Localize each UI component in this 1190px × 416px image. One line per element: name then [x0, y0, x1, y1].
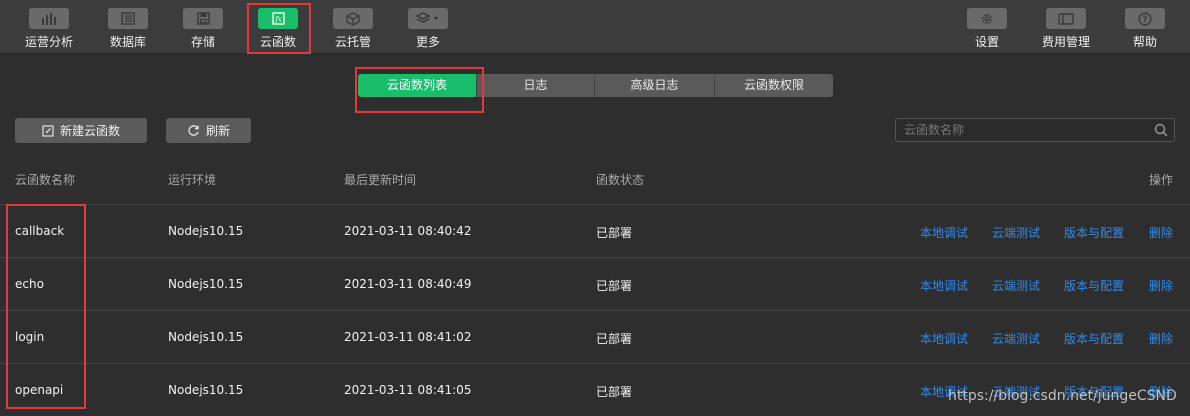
save-icon	[183, 8, 223, 29]
function-icon: fx	[258, 8, 298, 29]
toolbar-label: 设置	[974, 35, 999, 49]
function-name: login	[15, 330, 45, 344]
table-row: callback Nodejs10.15 2021-03-11 08:40:42…	[0, 204, 1190, 257]
function-name: callback	[15, 224, 65, 238]
toolbar-label: 运营分析	[24, 35, 73, 49]
delete-link[interactable]: 删除	[1149, 277, 1173, 294]
header-status: 函数状态	[596, 173, 645, 187]
header-name: 云函数名称	[15, 173, 76, 187]
svg-text:?: ?	[1143, 15, 1148, 25]
toolbar-item-more[interactable]: 更多	[399, 0, 457, 54]
database-icon	[108, 8, 148, 29]
delete-link[interactable]: 删除	[1149, 330, 1173, 347]
runtime-cell: Nodejs10.15	[168, 224, 244, 238]
tab-advanced-logs[interactable]: 高级日志	[594, 74, 714, 97]
table-row: login Nodejs10.15 2021-03-11 08:41:02 已部…	[0, 310, 1190, 363]
billing-icon	[1046, 8, 1086, 29]
header-updated: 最后更新时间	[344, 173, 417, 187]
table-row: echo Nodejs10.15 2021-03-11 08:40:49 已部署…	[0, 257, 1190, 310]
search-box	[895, 118, 1175, 142]
cloud-test-link[interactable]: 云端测试	[992, 277, 1040, 294]
toolbar-item-database[interactable]: 数据库	[99, 0, 157, 54]
version-config-link[interactable]: 版本与配置	[1064, 224, 1124, 241]
gear-icon	[967, 8, 1007, 29]
top-toolbar: 运营分析 数据库 存储 fx 云函数 云托管 更多 设置 费用管理 ? 帮助	[0, 0, 1190, 54]
toolbar-item-settings[interactable]: 设置	[958, 0, 1016, 54]
tab-logs[interactable]: 日志	[476, 74, 594, 97]
search-input[interactable]	[904, 119, 1144, 141]
svg-text:fx: fx	[274, 16, 282, 24]
toolbar-item-billing[interactable]: 费用管理	[1031, 0, 1101, 54]
status-cell: 已部署	[596, 332, 633, 346]
cloud-test-link[interactable]: 云端测试	[992, 224, 1040, 241]
help-icon: ?	[1125, 8, 1165, 29]
refresh-button[interactable]: 刷新	[166, 118, 251, 143]
status-cell: 已部署	[596, 385, 633, 399]
layers-icon	[408, 8, 448, 29]
refresh-icon	[187, 124, 200, 137]
search-icon[interactable]	[1154, 123, 1168, 141]
tab-permissions[interactable]: 云函数权限	[714, 74, 833, 97]
toolbar-item-cloud-hosting[interactable]: 云托管	[324, 0, 382, 54]
updated-cell: 2021-03-11 08:40:49	[344, 277, 472, 291]
local-debug-link[interactable]: 本地调试	[920, 330, 968, 347]
watermark-text: https://blog.csdn.net/jungeCSND	[948, 388, 1177, 404]
tab-function-list[interactable]: 云函数列表	[358, 74, 476, 97]
header-runtime: 运行环境	[168, 173, 217, 187]
runtime-cell: Nodejs10.15	[168, 330, 244, 344]
local-debug-link[interactable]: 本地调试	[920, 277, 968, 294]
toolbar-label: 数据库	[109, 35, 146, 49]
updated-cell: 2021-03-11 08:41:02	[344, 330, 472, 344]
toolbar-label: 更多	[415, 35, 440, 49]
toolbar-label: 云函数	[259, 35, 296, 49]
delete-link[interactable]: 删除	[1149, 224, 1173, 241]
header-ops: 操作	[1149, 173, 1174, 187]
updated-cell: 2021-03-11 08:41:05	[344, 383, 472, 397]
runtime-cell: Nodejs10.15	[168, 383, 244, 397]
status-cell: 已部署	[596, 226, 633, 240]
toolbar-item-analytics[interactable]: 运营分析	[16, 0, 82, 54]
function-name: echo	[15, 277, 44, 291]
local-debug-link[interactable]: 本地调试	[920, 224, 968, 241]
toolbar-item-storage[interactable]: 存储	[174, 0, 232, 54]
function-name: openapi	[15, 383, 64, 397]
toolbar-label: 存储	[190, 35, 215, 49]
cloud-test-link[interactable]: 云端测试	[992, 330, 1040, 347]
new-function-label: 新建云函数	[59, 124, 120, 138]
version-config-link[interactable]: 版本与配置	[1064, 330, 1124, 347]
new-function-button[interactable]: 新建云函数	[15, 118, 147, 143]
toolbar-label: 费用管理	[1041, 35, 1090, 49]
chart-icon	[29, 8, 69, 29]
toolbar-item-help[interactable]: ? 帮助	[1116, 0, 1174, 54]
refresh-label: 刷新	[205, 124, 230, 138]
edit-icon	[42, 124, 54, 137]
cube-icon	[333, 8, 373, 29]
toolbar-label: 帮助	[1132, 35, 1157, 49]
runtime-cell: Nodejs10.15	[168, 277, 244, 291]
status-cell: 已部署	[596, 279, 633, 293]
version-config-link[interactable]: 版本与配置	[1064, 277, 1124, 294]
tab-bar: 云函数列表 日志 高级日志 云函数权限	[358, 74, 833, 97]
toolbar-item-cloud-function[interactable]: fx 云函数	[249, 0, 307, 54]
updated-cell: 2021-03-11 08:40:42	[344, 224, 472, 238]
toolbar-label: 云托管	[334, 35, 371, 49]
